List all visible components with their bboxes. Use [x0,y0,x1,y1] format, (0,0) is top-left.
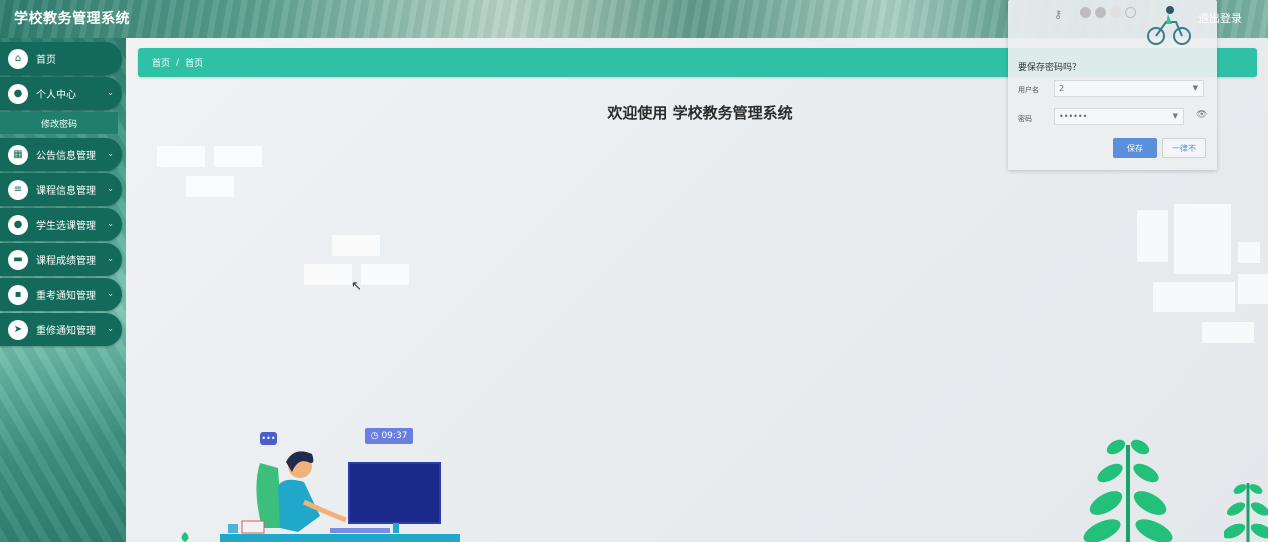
sidebar: ⌂ 首页 ● 个人中心 ⌄ 修改密码 ▦ 公告信息管理 ⌄ ≡ 课程信息管理 ⌄… [0,38,126,542]
sidebar-item-label: 课程成绩管理 [36,256,96,267]
decor-box [1202,322,1254,343]
decor-box [304,264,352,285]
popup-title: 要保存密码吗？ [1018,63,1082,73]
grid-icon: ▦ [8,144,28,165]
password-value: •••••• [1059,112,1088,121]
sidebar-item-label: 首页 [36,55,56,66]
breadcrumb-root[interactable]: 首页 [152,56,170,69]
desk-worker-illustration [220,451,460,542]
sidebar-item-label: 公告信息管理 [36,151,96,162]
sidebar-item-courses[interactable]: ≡ 课程信息管理 ⌄ [0,173,122,206]
breadcrumb-current: 首页 [185,59,204,69]
chevron-down-icon: ⌄ [107,289,114,298]
decor-box [1137,210,1168,262]
status-dots [1080,7,1136,18]
sidebar-item-personal-center[interactable]: ● 个人中心 ⌄ [0,77,122,110]
decor-box [1238,274,1268,304]
never-save-button[interactable]: 一律不 [1162,138,1206,158]
chevron-down-icon: ⌄ [107,184,114,193]
sidebar-item-grades[interactable]: ▬ 课程成绩管理 ⌄ [0,243,122,276]
chevron-down-icon: ⌄ [107,324,114,333]
welcome-heading: 欢迎使用 学校教务管理系统 [607,104,793,122]
decor-box [1238,242,1260,263]
save-password-button[interactable]: 保存 [1113,138,1157,158]
sidebar-item-label: 课程信息管理 [36,186,96,197]
decor-box [1153,282,1235,312]
save-password-popup: ⚷ 要保存密码吗？ 用户名 2 ▼ 密码 •••••• ▼ 👁 保存 一律不 [1008,0,1217,170]
key-icon: ⚷ [1054,8,1063,21]
dropdown-arrow-icon: ▼ [1172,112,1178,120]
chevron-down-icon: ⌄ [107,149,114,158]
app-title: 学校教务管理系统 [14,11,130,27]
decor-box [1174,204,1231,274]
sidebar-item-home[interactable]: ⌂ 首页 [0,42,122,75]
dropdown-arrow-icon: ▼ [1192,84,1198,92]
decor-box [332,235,380,256]
password-select[interactable]: •••••• ▼ [1054,108,1184,125]
mouse-cursor-icon: ↖ [351,279,362,294]
sidebar-item-reexam-notices[interactable]: ▪ 重考通知管理 ⌄ [0,278,122,311]
decor-box [157,146,205,167]
home-icon: ⌂ [8,48,28,69]
user-icon: ● [8,214,28,235]
sidebar-subitem-change-password[interactable]: 修改密码 [0,112,118,134]
username-label: 用户名 [1018,86,1039,94]
sidebar-item-announcements[interactable]: ▦ 公告信息管理 ⌄ [0,138,122,171]
chevron-down-icon: ⌄ [107,219,114,228]
sidebar-item-course-selection[interactable]: ● 学生选课管理 ⌄ [0,208,122,241]
sidebar-item-label: 学生选课管理 [36,221,96,232]
plant-illustration [1083,439,1173,542]
sidebar-item-label: 重考通知管理 [36,291,96,302]
decor-box [361,264,409,285]
chevron-down-icon: ⌄ [107,254,114,263]
sidebar-item-label: 重修通知管理 [36,326,96,337]
list-icon: ≡ [8,179,28,200]
username-select[interactable]: 2 ▼ [1054,80,1204,97]
username-value: 2 [1059,84,1065,93]
password-label: 密码 [1018,115,1032,123]
chat-icon: ▬ [8,249,28,270]
leaf-icon [181,532,189,542]
decor-box [214,146,262,167]
logout-link[interactable]: 退出登录 [1198,10,1242,26]
sidebar-item-retake-notices[interactable]: ➤ 重修通知管理 ⌄ [0,313,122,346]
apps-icon: ▪ [8,284,28,305]
plant-illustration [1224,483,1268,542]
user-icon: ● [8,83,28,104]
chevron-down-icon: ⌄ [107,88,114,97]
cyclist-icon [1147,6,1191,45]
decor-box [186,176,234,197]
breadcrumb-separator: / [176,57,180,68]
send-icon: ➤ [8,319,28,340]
eye-icon[interactable]: 👁 [1196,110,1207,120]
sidebar-item-label: 个人中心 [36,90,76,101]
